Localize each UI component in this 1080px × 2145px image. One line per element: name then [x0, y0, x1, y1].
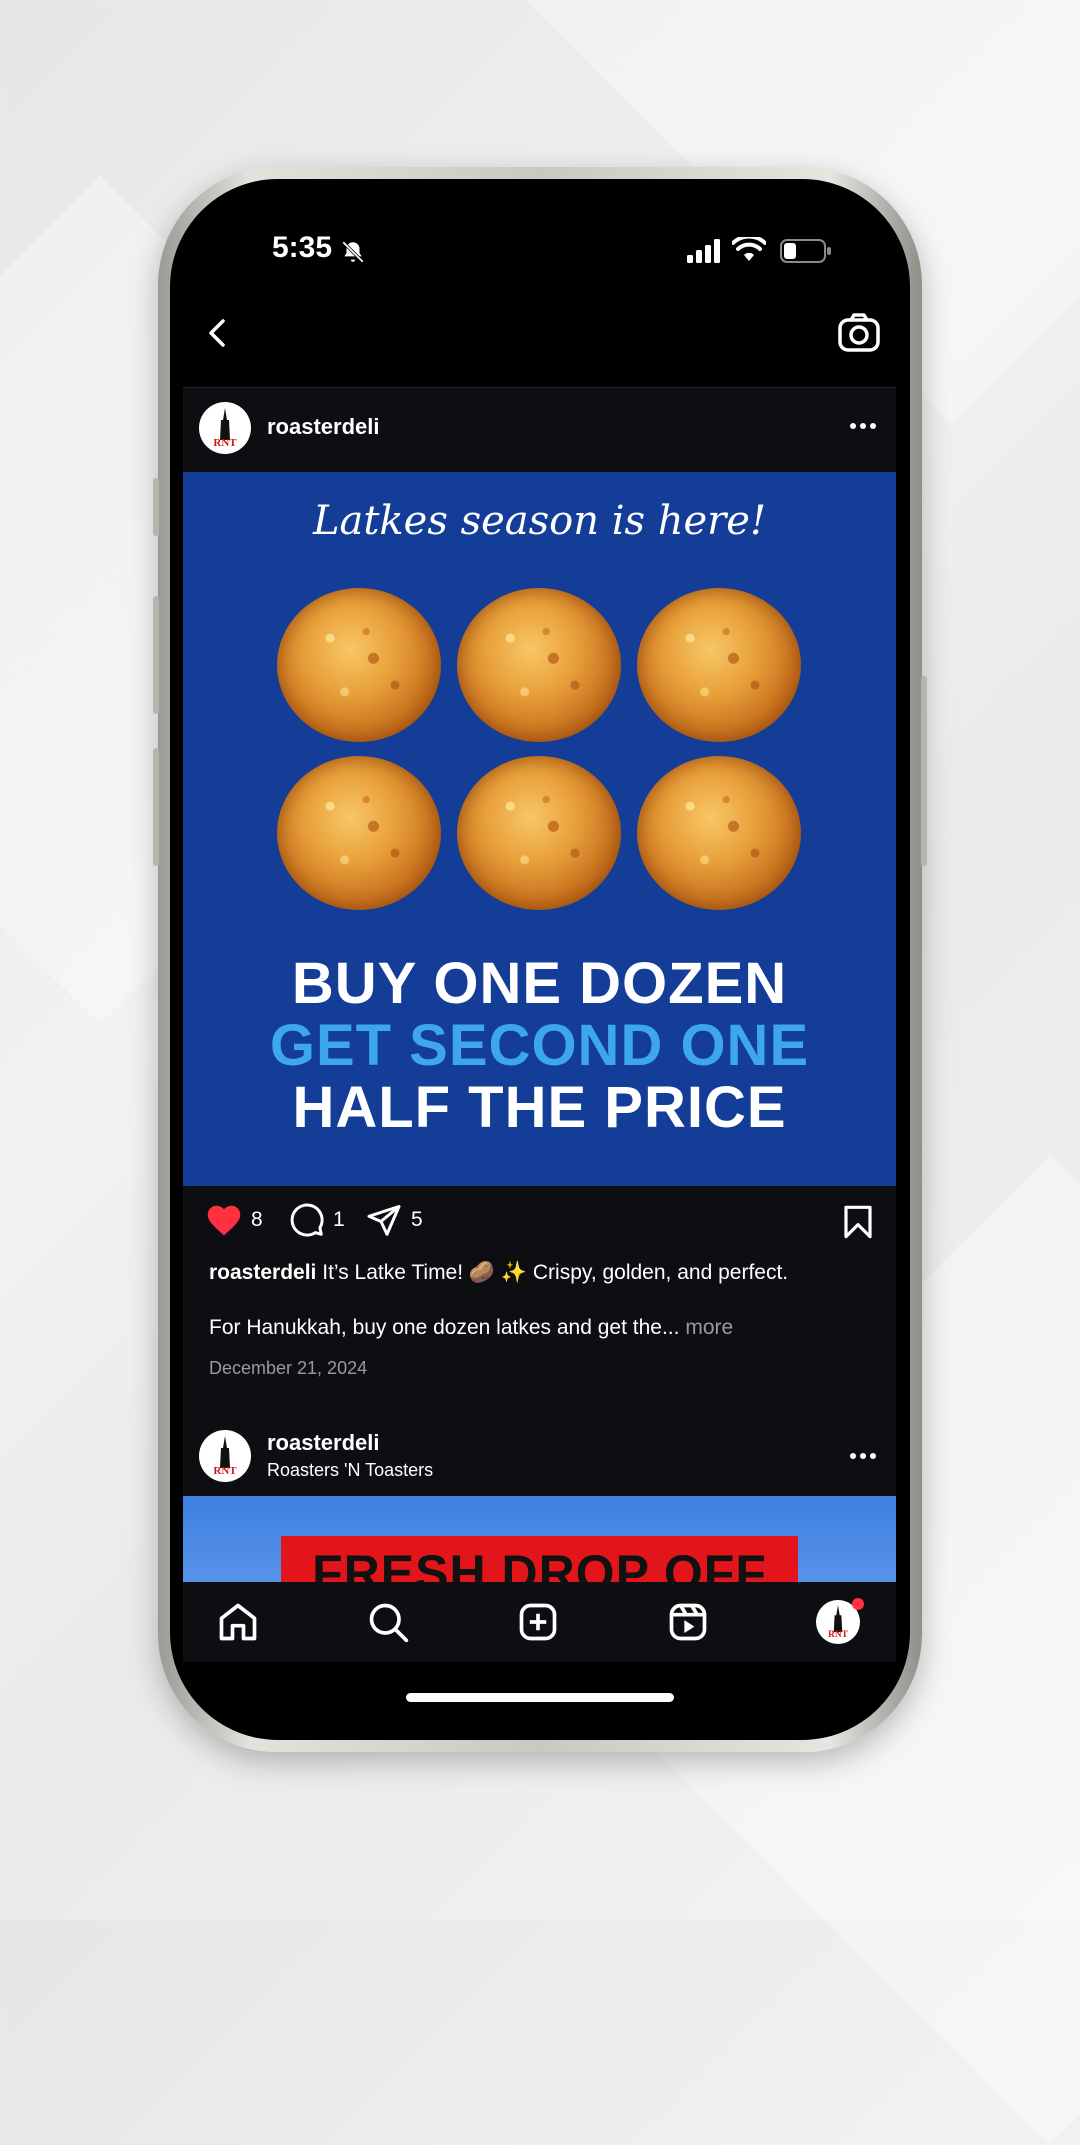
create-post-icon[interactable] [516, 1600, 560, 1644]
promo-line-3: HALF THE PRICE [292, 1075, 787, 1140]
caption-username[interactable]: roasterdeli [209, 1261, 316, 1284]
latke-image [277, 756, 441, 910]
post-username[interactable]: roasterdeli [267, 414, 380, 440]
bookmark-icon[interactable] [842, 1204, 874, 1240]
post-actions: 8 1 5 [183, 1190, 896, 1250]
svg-text:RNT: RNT [213, 437, 237, 449]
more-options-icon[interactable] [848, 1446, 878, 1466]
image-banner: FRESH DROP OFF [281, 1536, 798, 1583]
post-header: RNT roasterdeli Roasters 'N Toasters [183, 1418, 896, 1494]
promo-line-2: GET SECOND ONE [269, 1013, 810, 1078]
status-bar: 5:35 [170, 227, 910, 277]
back-arrow-icon[interactable] [198, 313, 238, 353]
wifi-icon [732, 237, 766, 261]
post-caption: roasterdeli It’s Latke Time! 🥔 ✨ Crispy,… [209, 1258, 879, 1288]
camera-icon[interactable] [836, 310, 882, 356]
send-icon [367, 1205, 401, 1236]
profile-tab[interactable]: RNT [816, 1598, 864, 1644]
banner-text: FRESH DROP OFF [312, 1545, 767, 1583]
post-date: December 21, 2024 [209, 1358, 368, 1378]
volume-down-button [153, 748, 159, 866]
caption-text: It’s Latke Time! 🥔 ✨ Crispy, golden, and… [322, 1261, 789, 1284]
volume-up-button [153, 596, 159, 714]
latke-image [277, 588, 441, 742]
post-feed[interactable]: RNT roasterdeli Latkes season is here! B… [183, 387, 896, 1583]
heart-icon [207, 1205, 241, 1236]
roasterdeli-logo: RNT [213, 1436, 237, 1477]
promo-line-1: BUY ONE DOZEN [291, 951, 788, 1016]
like-count: 8 [251, 1208, 263, 1231]
latke-image [637, 588, 801, 742]
latke-image [637, 756, 801, 910]
caption-line-2: For Hanukkah, buy one dozen latkes and g… [209, 1316, 680, 1339]
svg-text:RNT: RNT [213, 1465, 237, 1477]
cellular-signal-icon [687, 239, 720, 263]
latke-image [457, 756, 621, 910]
top-navigation [170, 299, 910, 369]
home-icon[interactable] [216, 1600, 260, 1644]
post-image[interactable]: Latkes season is here! BUY ONE DOZEN GET… [183, 472, 896, 1186]
phone-screen: 5:35 RNT roasterdeli Latkes season is he… [170, 179, 910, 1740]
like-button[interactable]: 8 [205, 1200, 263, 1240]
comment-count: 1 [333, 1208, 345, 1231]
bell-slash-icon [342, 241, 364, 263]
post-header: RNT roasterdeli [183, 388, 896, 468]
latke-image [457, 588, 621, 742]
roasterdeli-logo: RNT [213, 408, 237, 449]
battery-icon [780, 239, 831, 263]
notification-dot [852, 1598, 864, 1610]
post-location[interactable]: Roasters 'N Toasters [267, 1460, 433, 1481]
more-options-icon[interactable] [848, 416, 878, 436]
share-button[interactable]: 5 [365, 1200, 423, 1240]
more-link[interactable]: more [685, 1316, 733, 1339]
status-time: 5:35 [272, 231, 333, 264]
bottom-tab-bar: RNT [183, 1582, 896, 1662]
image-tagline: Latkes season is here! [312, 498, 767, 544]
reels-icon[interactable] [666, 1600, 710, 1644]
search-icon[interactable] [366, 1600, 410, 1644]
caption-continued: For Hanukkah, buy one dozen latkes and g… [209, 1316, 733, 1340]
svg-text:RNT: RNT [828, 1630, 848, 1640]
post-username[interactable]: roasterdeli [267, 1430, 380, 1456]
avatar[interactable]: RNT [199, 1430, 251, 1482]
home-indicator[interactable] [406, 1693, 674, 1702]
share-count: 5 [411, 1208, 423, 1231]
comment-icon [290, 1203, 324, 1237]
avatar[interactable]: RNT [199, 402, 251, 454]
post-image[interactable]: FRESH DROP OFF [183, 1496, 896, 1583]
power-button [921, 676, 927, 866]
silent-switch [153, 478, 159, 536]
comment-button[interactable]: 1 [289, 1200, 345, 1240]
